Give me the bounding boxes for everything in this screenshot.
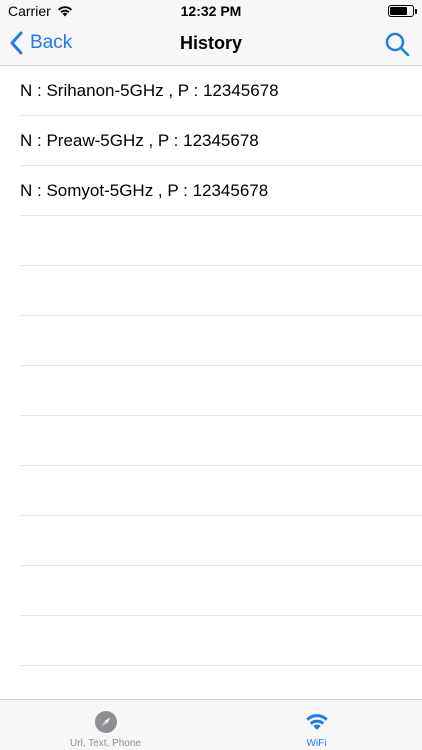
history-list: N : Srihanon-5GHz , P : 12345678 N : Prea… (0, 66, 422, 666)
history-row (0, 616, 422, 666)
wifi-icon (305, 714, 328, 730)
history-row-text: N : Preaw-5GHz , P : 12345678 (20, 131, 259, 150)
tab-label: WiFi (306, 738, 327, 749)
compass-icon (94, 711, 117, 733)
history-row (0, 216, 422, 266)
history-row-text: N : Somyot-5GHz , P : 12345678 (20, 181, 269, 200)
search-button[interactable] (384, 31, 410, 57)
battery-level (390, 7, 407, 15)
history-row[interactable]: N : Srihanon-5GHz , P : 12345678 (0, 66, 422, 116)
history-row[interactable]: N : Preaw-5GHz , P : 12345678 (0, 116, 422, 166)
history-row (0, 566, 422, 616)
tab-url-text-phone[interactable]: Url, Text, Phone (0, 700, 211, 750)
history-row-text: N : Srihanon-5GHz , P : 12345678 (20, 81, 279, 100)
history-row (0, 266, 422, 316)
status-bar: Carrier 12:32 PM (0, 0, 422, 22)
page-title: History (179, 33, 242, 53)
battery-icon (388, 5, 417, 17)
history-row (0, 466, 422, 516)
tab-wifi[interactable]: WiFi (211, 700, 422, 750)
tab-label: Url, Text, Phone (70, 738, 141, 749)
history-row (0, 316, 422, 366)
search-icon (385, 32, 410, 57)
history-row[interactable]: N : Somyot-5GHz , P : 12345678 (0, 166, 422, 216)
history-row (0, 366, 422, 416)
history-row (0, 516, 422, 566)
navigation-bar: Back History (0, 22, 422, 66)
history-row (0, 416, 422, 466)
tab-bar: Url, Text, Phone WiFi (0, 699, 422, 750)
status-time: 12:32 PM (180, 3, 242, 19)
